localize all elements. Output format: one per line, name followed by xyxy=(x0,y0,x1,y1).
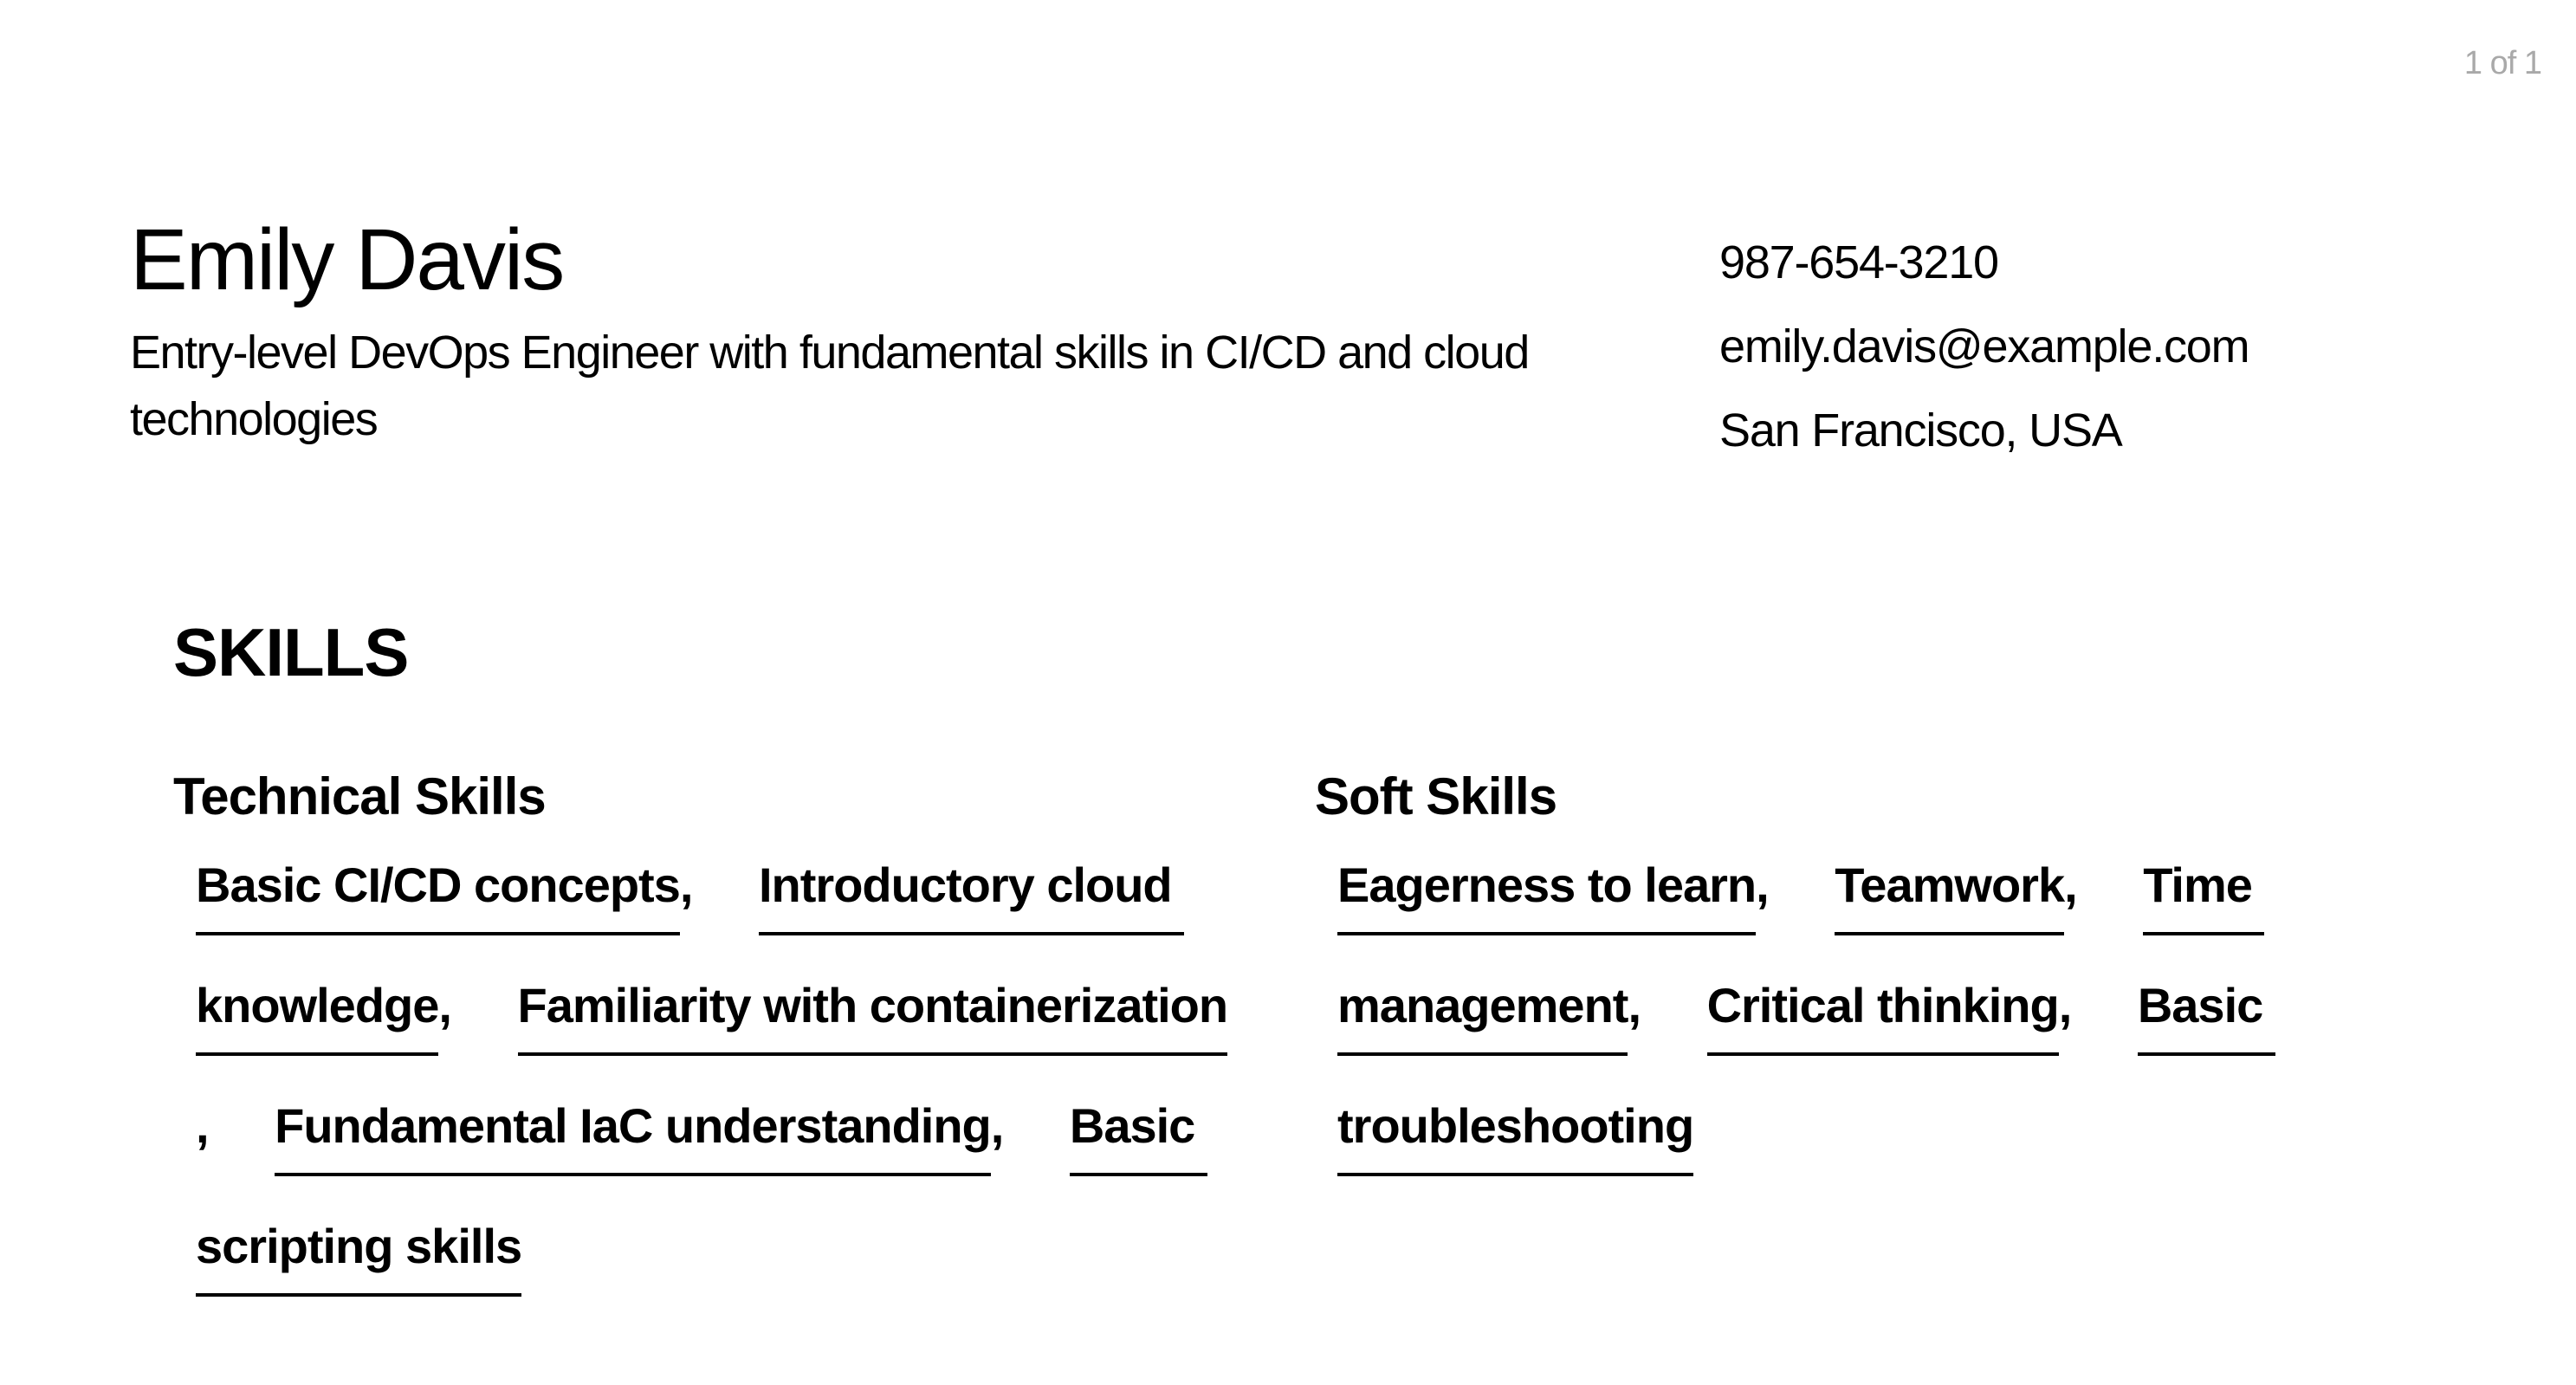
skill-label: Eagerness xyxy=(1337,856,1588,935)
skill-label: containerization xyxy=(869,976,1228,1056)
page-indicator: 1 of 1 xyxy=(2463,45,2542,81)
skill-label: scripting xyxy=(196,1217,406,1297)
skill-separator: , xyxy=(1756,858,1770,912)
skill-label: troubleshooting xyxy=(1337,1097,1694,1176)
skill-label: concepts xyxy=(474,856,681,935)
professional-summary: Entry-level DevOps Engineer with fundame… xyxy=(130,327,1530,445)
resume-header: Emily Davis Entry-level DevOps Engineer … xyxy=(130,212,1602,453)
skill-separator: , xyxy=(990,1098,1005,1153)
skill-label: Familiarity xyxy=(517,976,764,1056)
skill-label: learn xyxy=(1644,856,1757,935)
skill-separator: , xyxy=(2058,978,2073,1032)
skill-item: Critical thinking, xyxy=(1706,978,2126,1056)
skills-section-title: SKILLS xyxy=(173,614,409,690)
skill-separator: , xyxy=(438,978,452,1032)
skill-separator: , xyxy=(196,1098,210,1153)
soft-skills-title: Soft Skills xyxy=(1315,767,1557,825)
soft-skills-section: Soft Skills Eagerness to learn, Teamwork… xyxy=(1315,762,2354,1193)
skill-label: management xyxy=(1337,976,1628,1056)
candidate-name: Emily Davis xyxy=(130,211,565,308)
skill-label: Teamwork xyxy=(1835,856,2065,935)
skill-label: with xyxy=(763,976,870,1056)
skill-separator: , xyxy=(1628,978,1641,1032)
skill-label: CI/CD xyxy=(333,856,474,935)
skill-item: Fundamental IaC understanding, xyxy=(275,1098,1057,1176)
skill-label: understanding xyxy=(664,1097,992,1176)
skill-separator: , xyxy=(2064,858,2078,912)
skill-label: cloud xyxy=(1046,856,1185,935)
skill-label: knowledge xyxy=(196,976,439,1056)
skill-label: skills xyxy=(405,1217,522,1297)
skill-label: Introductory xyxy=(758,856,1047,935)
skill-label: Basic xyxy=(1069,1097,1207,1176)
skill-item: Basic CI/CD concepts, xyxy=(196,858,746,935)
skill-label: Time xyxy=(2143,856,2265,935)
skill-label: Critical xyxy=(1706,976,1877,1056)
soft-skills-list: Eagerness to learn, Teamwork, Time manag… xyxy=(1315,825,2354,1186)
skill-separator: , xyxy=(679,858,694,912)
skill-label: Fundamental xyxy=(275,1097,580,1176)
technical-skills-section: Technical Skills Basic CI/CD concepts, I… xyxy=(173,762,1265,1313)
contact-info: 987-654-3210 emily.davis@example.com San… xyxy=(1719,221,2250,473)
skill-label: thinking xyxy=(1876,976,2060,1056)
skill-label: to xyxy=(1587,856,1645,935)
skill-item: Teamwork, xyxy=(1835,858,2130,935)
contact-phone: 987-654-3210 xyxy=(1719,236,1999,288)
contact-email: emily.davis@example.com xyxy=(1719,320,2250,372)
skill-label: Basic xyxy=(2137,976,2275,1056)
skill-item: Eagerness to learn, xyxy=(1337,858,1822,935)
technical-skills-title: Technical Skills xyxy=(173,767,547,825)
skill-label: Basic xyxy=(196,856,333,935)
contact-location: San Francisco, USA xyxy=(1719,404,2123,456)
technical-skills-list: Basic CI/CD concepts, Introductory cloud… xyxy=(173,825,1265,1306)
skill-label: IaC xyxy=(579,1097,665,1176)
